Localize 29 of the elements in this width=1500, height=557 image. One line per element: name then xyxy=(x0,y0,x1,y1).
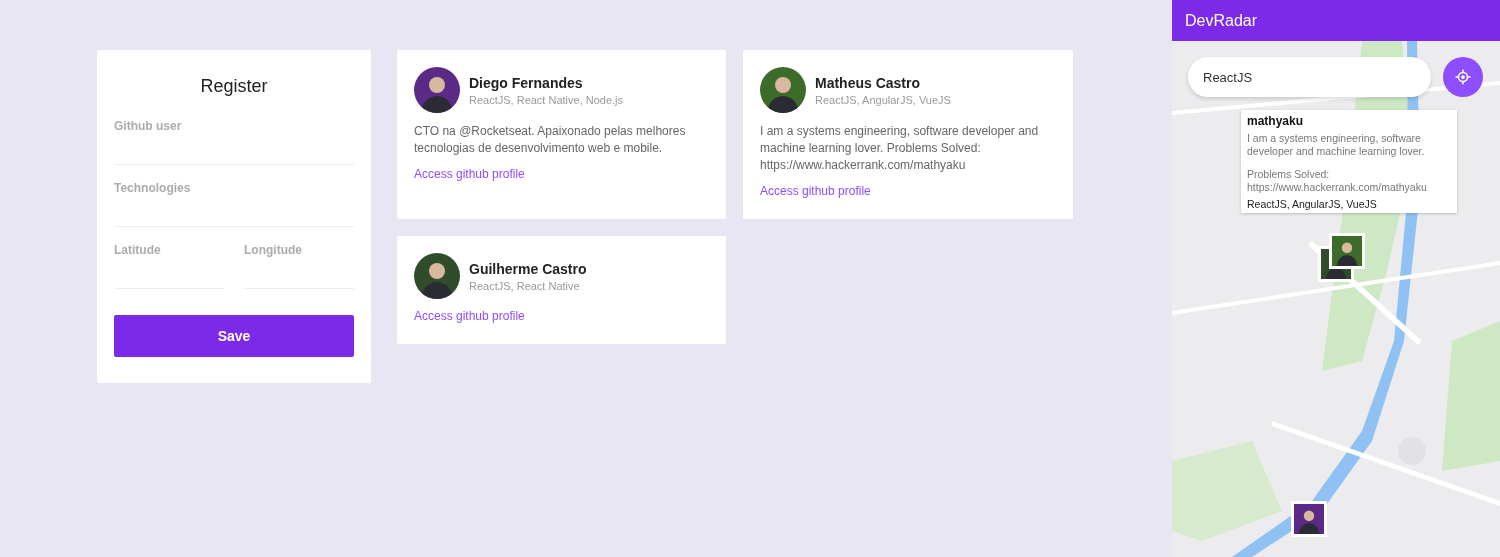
search-field[interactable]: ReactJS xyxy=(1188,57,1431,97)
developer-name: Diego Fernandes xyxy=(469,74,584,91)
github-profile-link[interactable]: Access github profile xyxy=(414,309,525,323)
crosshair-icon xyxy=(1454,68,1472,86)
field-label: Latitude xyxy=(114,243,162,257)
app-title-bar: DevRadar xyxy=(1172,0,1500,41)
avatar-icon xyxy=(414,67,460,113)
github-profile-link[interactable]: Access github profile xyxy=(760,184,871,198)
field-label: Technologies xyxy=(114,181,192,195)
field-label: Github user xyxy=(114,119,183,133)
callout-username: mathyaku xyxy=(1247,114,1305,128)
developer-bio: I am a systems engineering, software developer and machine learning lover. Problems Solved: https://www.hackerrank.com/mathyaku xyxy=(760,123,1040,174)
callout-bio: Problems Solved: https://www.hackerrank.com/mathyaku xyxy=(1247,168,1428,194)
github-profile-link[interactable]: Access github profile xyxy=(414,167,525,181)
save-button[interactable]: Save xyxy=(114,315,354,357)
field-label: Longitude xyxy=(244,243,303,257)
avatar-icon xyxy=(760,67,806,113)
map-marker[interactable] xyxy=(1291,501,1327,537)
developer-techs: ReactJS, React Native xyxy=(469,279,581,292)
avatar-icon xyxy=(414,253,460,299)
map-marker[interactable] xyxy=(1329,233,1365,269)
callout-techs: ReactJS, AngularJS, VueJS xyxy=(1247,198,1378,210)
developer-techs: ReactJS, React Native, Node.js xyxy=(469,93,624,106)
developer-name: Guilherme Castro xyxy=(469,260,587,277)
callout-bio: I am a systems engineering, software developer and machine learning lover. xyxy=(1247,132,1426,158)
developer-bio: CTO na @Rocketseat. Apaixonado pelas melhores tecnologias de desenvolvimento web e mobile. xyxy=(414,123,687,157)
developer-name: Matheus Castro xyxy=(815,74,922,91)
form-title: Register xyxy=(199,76,269,97)
developer-techs: ReactJS, AngularJS, VueJS xyxy=(815,93,951,106)
